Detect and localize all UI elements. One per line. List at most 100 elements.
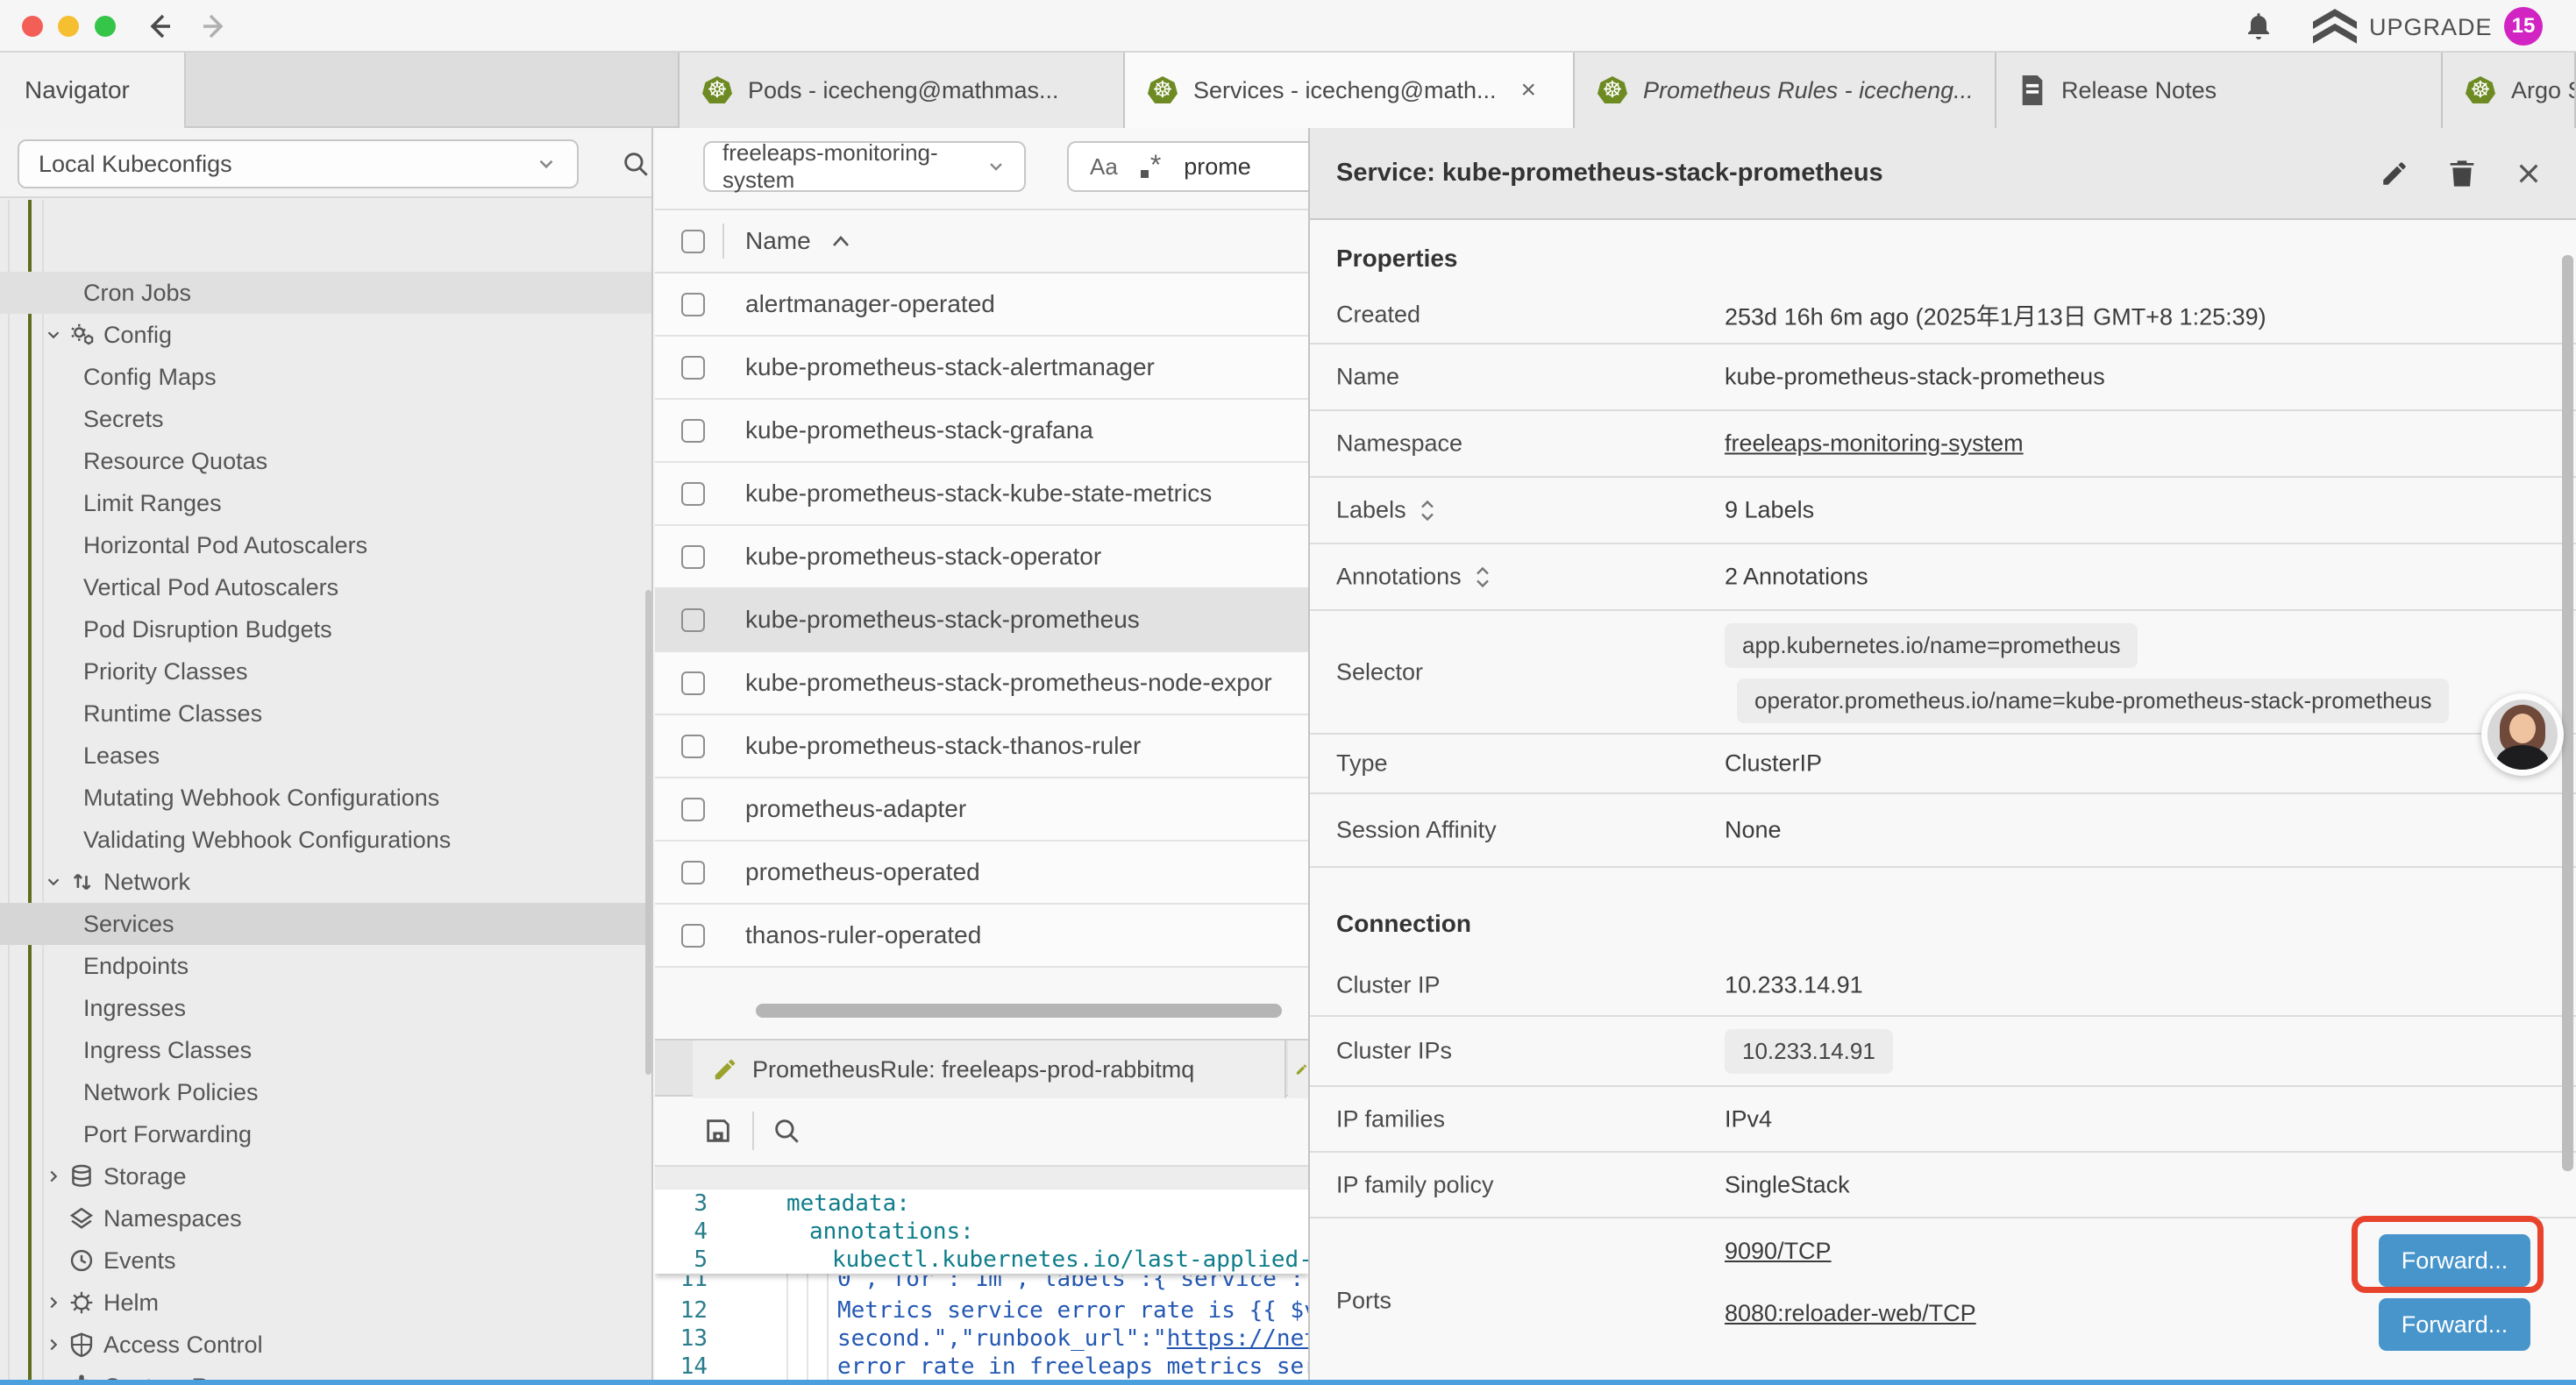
namespace-link[interactable]: freeleaps-monitoring-system	[1725, 430, 2024, 458]
expander-icon[interactable]	[1419, 497, 1436, 523]
sidebar-item-secrets[interactable]: Secrets	[0, 398, 653, 440]
tab-prometheus-rules-icecheng[interactable]: ☸Prometheus Rules - icecheng...	[1575, 53, 1996, 128]
delete-trash-icon[interactable]	[2448, 158, 2476, 189]
row-checkbox[interactable]	[681, 735, 705, 758]
table-row[interactable]: thanos-ruler-operated	[655, 905, 1308, 968]
sidebar-item-config[interactable]: Config	[0, 314, 653, 356]
row-checkbox[interactable]	[681, 545, 705, 569]
sidebar-item-label: Custom Resources	[103, 1374, 305, 1381]
sidebar-item-leases[interactable]: Leases	[0, 735, 653, 777]
upgrade-button[interactable]: UPGRADE	[2313, 9, 2493, 46]
row-checkbox[interactable]	[681, 293, 705, 316]
row-checkbox[interactable]	[681, 356, 705, 380]
close-icon[interactable]	[2515, 160, 2543, 188]
port-link[interactable]: 8080:reloader-web/TCP	[1725, 1300, 1976, 1327]
line-number: 4	[655, 1218, 708, 1246]
sidebar-item-access-control[interactable]: Access Control	[0, 1324, 653, 1366]
row-checkbox[interactable]	[681, 861, 705, 884]
editor-search-icon[interactable]	[772, 1116, 801, 1146]
sidebar-item-validating-webhook-configurations[interactable]: Validating Webhook Configurations	[0, 819, 653, 861]
chevron-down-icon[interactable]	[44, 872, 67, 891]
filter-input[interactable]: Aa * prome	[1067, 141, 1308, 192]
sidebar-item-runtime-classes[interactable]: Runtime Classes	[0, 692, 653, 735]
notification-count-badge[interactable]: 15	[2504, 7, 2543, 46]
sidebar-item-network[interactable]: Network	[0, 861, 653, 903]
sidebar-item-events[interactable]: Events	[0, 1239, 653, 1282]
expander-icon[interactable]	[1474, 564, 1491, 590]
editor-tab-next[interactable]	[1288, 1041, 1308, 1098]
detail-scrollbar[interactable]	[2562, 255, 2573, 1171]
kubeconfig-selector[interactable]: Local Kubeconfigs	[18, 139, 579, 188]
sidebar-item-cron-jobs[interactable]: Cron Jobs	[0, 272, 653, 314]
port-link[interactable]: 9090/TCP	[1725, 1238, 1832, 1265]
traffic-light-minimize[interactable]	[58, 16, 79, 37]
sidebar-item-custom-resources[interactable]: Custom Resources	[0, 1366, 653, 1380]
tab-argo-se[interactable]: ☸Argo Se	[2443, 53, 2576, 128]
runbook-url-link[interactable]: https://net	[1167, 1325, 1308, 1352]
tab-services-icecheng-math[interactable]: ☸Services - icecheng@math...×	[1125, 53, 1575, 128]
tab-pods-icecheng-mathmas[interactable]: ☸Pods - icecheng@mathmas...	[678, 53, 1125, 128]
sidebar-item-ingresses[interactable]: Ingresses	[0, 987, 653, 1029]
notifications-bell-icon[interactable]	[2243, 11, 2274, 42]
name-column-header[interactable]: Name	[745, 227, 851, 255]
traffic-light-maximize[interactable]	[95, 16, 116, 37]
tab-release-notes[interactable]: Release Notes	[1996, 53, 2443, 128]
sidebar-item-limit-ranges[interactable]: Limit Ranges	[0, 482, 653, 524]
yaml-editor[interactable]: 3metadata:4annotations:5kubectl.kubernet…	[655, 1190, 1308, 1380]
sidebar-item-services[interactable]: Services	[0, 903, 653, 945]
sidebar-item-resource-quotas[interactable]: Resource Quotas	[0, 440, 653, 482]
sidebar-item-storage[interactable]: Storage	[0, 1155, 653, 1197]
sidebar-item-network-policies[interactable]: Network Policies	[0, 1071, 653, 1113]
table-row[interactable]: kube-prometheus-stack-kube-state-metrics	[655, 463, 1308, 526]
chevron-down-icon[interactable]	[44, 325, 67, 344]
row-checkbox[interactable]	[681, 608, 705, 632]
table-row[interactable]: kube-prometheus-stack-alertmanager	[655, 337, 1308, 400]
sidebar-item-namespaces[interactable]: Namespaces	[0, 1197, 653, 1239]
sidebar-item-pod-disruption-budgets[interactable]: Pod Disruption Budgets	[0, 608, 653, 650]
chevron-right-icon[interactable]	[44, 1293, 67, 1312]
table-row[interactable]: kube-prometheus-stack-prometheus-node-ex…	[655, 652, 1308, 715]
sidebar-item-ingress-classes[interactable]: Ingress Classes	[0, 1029, 653, 1071]
sidebar-item-horizontal-pod-autoscalers[interactable]: Horizontal Pod Autoscalers	[0, 524, 653, 566]
sidebar-item-priority-classes[interactable]: Priority Classes	[0, 650, 653, 692]
save-icon[interactable]	[703, 1116, 733, 1146]
table-row[interactable]: kube-prometheus-stack-thanos-ruler	[655, 715, 1308, 778]
forward-arrow-icon[interactable]	[198, 11, 230, 42]
navigator-panel-tab[interactable]: Navigator	[0, 53, 186, 128]
traffic-light-close[interactable]	[22, 16, 43, 37]
table-row[interactable]: kube-prometheus-stack-grafana	[655, 400, 1308, 463]
editor-tab-prometheusrule[interactable]: PrometheusRule: freeleaps-prod-rabbitmq	[693, 1041, 1286, 1098]
regex-toggle[interactable]: *	[1141, 149, 1161, 184]
namespace-selector[interactable]: freeleaps-monitoring-system	[703, 141, 1026, 192]
chevron-right-icon[interactable]	[44, 1167, 67, 1186]
sidebar-item-helm[interactable]: Helm	[0, 1282, 653, 1324]
edit-pencil-icon[interactable]	[2380, 159, 2409, 188]
tab-close-icon[interactable]: ×	[1521, 75, 1537, 105]
table-row[interactable]: prometheus-adapter	[655, 778, 1308, 842]
sidebar-item-port-forwarding[interactable]: Port Forwarding	[0, 1113, 653, 1155]
sidebar-item-mutating-webhook-configurations[interactable]: Mutating Webhook Configurations	[0, 777, 653, 819]
row-checkbox[interactable]	[681, 419, 705, 443]
sidebar-item-vertical-pod-autoscalers[interactable]: Vertical Pod Autoscalers	[0, 566, 653, 608]
row-checkbox[interactable]	[681, 671, 705, 695]
table-row[interactable]: kube-prometheus-stack-prometheus	[655, 589, 1308, 652]
row-checkbox[interactable]	[681, 798, 705, 821]
match-case-toggle[interactable]: Aa	[1090, 153, 1118, 181]
back-arrow-icon[interactable]	[144, 11, 175, 42]
forward-button[interactable]: Forward...	[2379, 1234, 2530, 1287]
chevron-right-icon[interactable]	[44, 1335, 67, 1354]
table-row[interactable]: prometheus-operated	[655, 842, 1308, 905]
sidebar-item-config-maps[interactable]: Config Maps	[0, 356, 653, 398]
table-row[interactable]: kube-prometheus-stack-operator	[655, 526, 1308, 589]
select-all-checkbox[interactable]	[681, 230, 705, 253]
sidebar-scrollbar[interactable]	[645, 590, 651, 1075]
user-avatar[interactable]	[2481, 693, 2564, 776]
horizontal-scrollbar[interactable]	[756, 1004, 1282, 1018]
row-checkbox[interactable]	[681, 924, 705, 948]
forward-button[interactable]: Forward...	[2379, 1298, 2530, 1351]
table-row[interactable]: alertmanager-operated	[655, 273, 1308, 337]
sidebar-item-endpoints[interactable]: Endpoints	[0, 945, 653, 987]
sidebar-search-icon[interactable]	[621, 149, 651, 179]
sidebar-item-label: Leases	[83, 742, 160, 770]
row-checkbox[interactable]	[681, 482, 705, 506]
